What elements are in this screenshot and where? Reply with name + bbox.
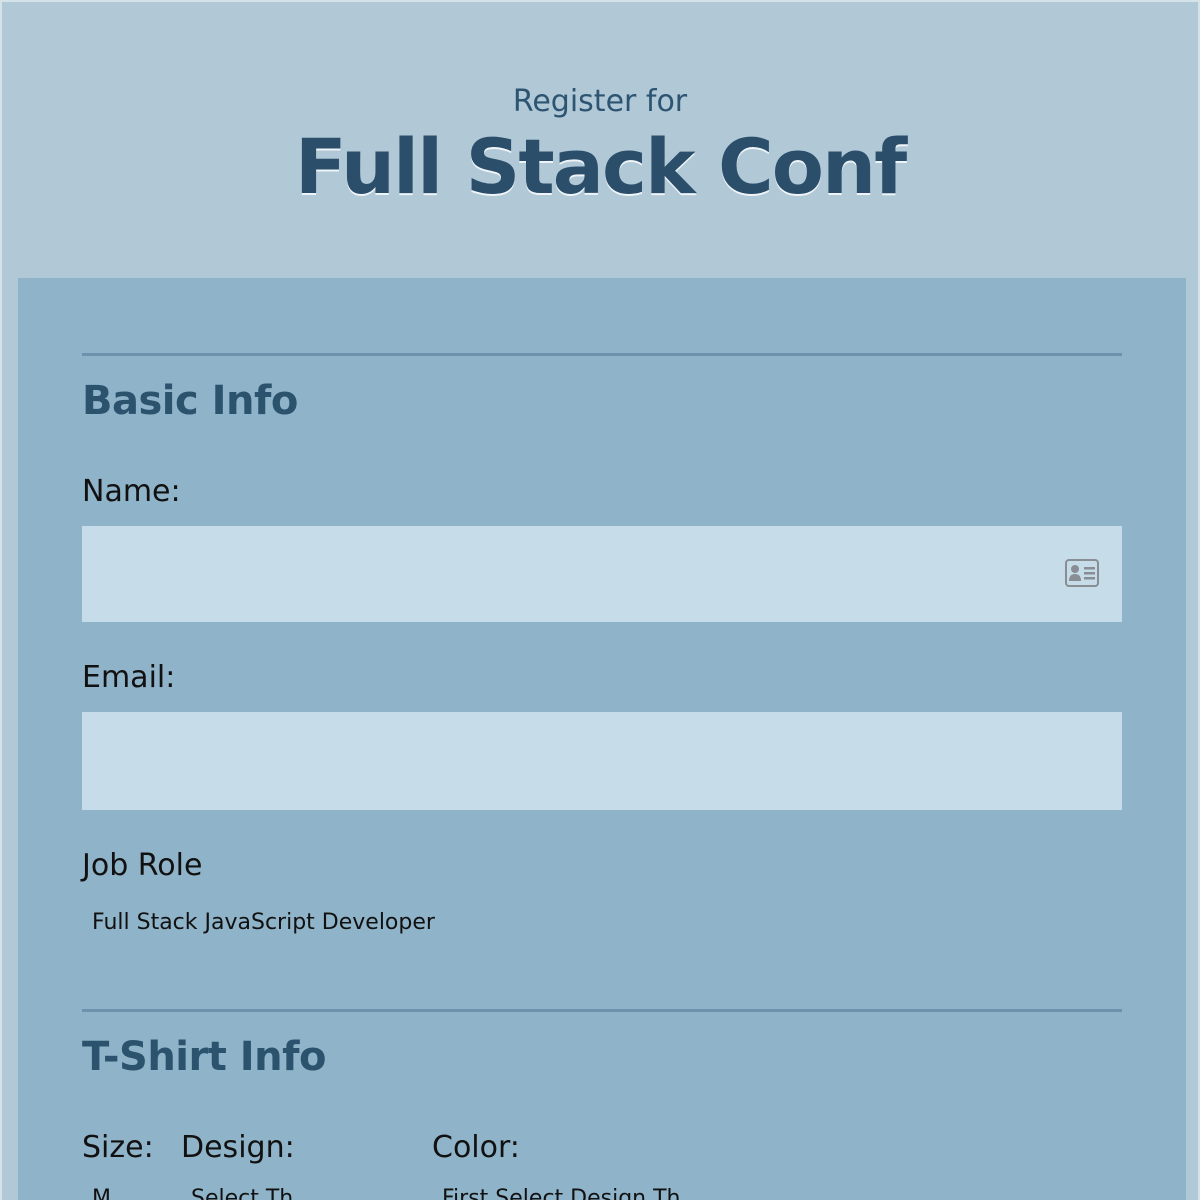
name-input[interactable]: [82, 526, 1122, 622]
design-select[interactable]: Select Th: [191, 1186, 293, 1200]
tshirt-info-heading: T-Shirt Info: [82, 1034, 327, 1080]
color-select[interactable]: First Select Design Th: [442, 1186, 681, 1200]
page-header: Register for Full Stack Conf: [0, 0, 1200, 278]
color-label: Color:: [432, 1130, 520, 1165]
email-label: Email:: [82, 660, 176, 695]
size-select[interactable]: M: [92, 1186, 111, 1200]
basic-info-heading: Basic Info: [82, 378, 298, 424]
page-title: Full Stack Conf: [294, 122, 907, 211]
section-divider: [82, 353, 1122, 356]
job-role-label: Job Role: [82, 848, 203, 883]
name-label: Name:: [82, 474, 181, 509]
registration-form: Basic Info Name: Email: Job Role Full St…: [18, 278, 1186, 1200]
design-label: Design:: [181, 1130, 295, 1165]
section-divider: [82, 1009, 1122, 1012]
header-subtitle: Register for: [512, 84, 688, 119]
contact-card-icon[interactable]: [1065, 559, 1099, 587]
job-role-select[interactable]: Full Stack JavaScript Developer: [92, 910, 435, 935]
email-input[interactable]: [82, 712, 1122, 810]
size-label: Size:: [82, 1130, 154, 1165]
